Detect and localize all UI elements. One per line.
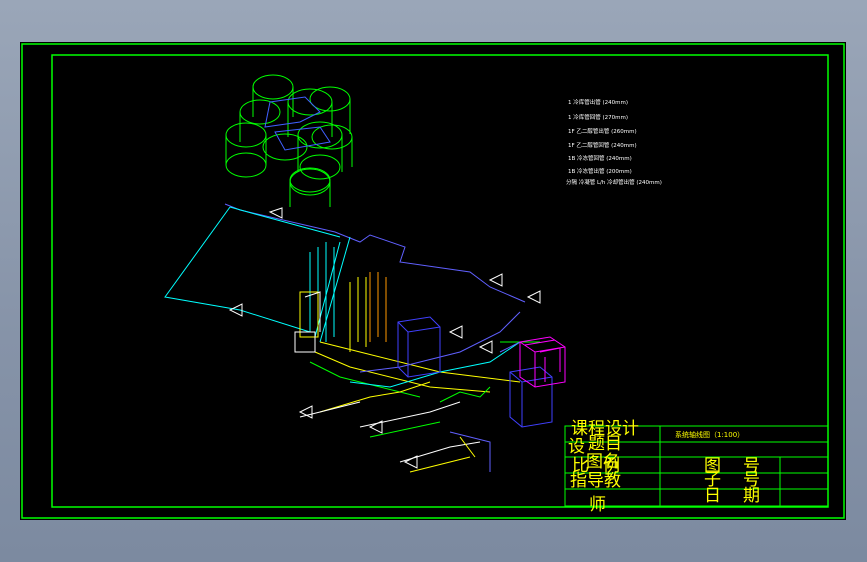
- cad-viewport[interactable]: 1 冷库管出管 (240mm) 1 冷库管回管 (270mm) 1F 乙二醇管出…: [20, 42, 846, 520]
- note-5: 1B 冷冻管回管 (240mm): [568, 154, 632, 162]
- cooling-towers: [225, 74, 353, 207]
- note-3: 1F 乙二醇管出管 (260mm): [568, 127, 637, 135]
- date-label: 日期: [704, 486, 782, 506]
- outer-frame: [21, 43, 845, 519]
- drawing-canvas: 1 冷库管出管 (240mm) 1 冷库管回管 (270mm) 1F 乙二醇管出…: [21, 43, 845, 519]
- flow-arrows: [228, 207, 541, 469]
- drawing-title: 系统轴线图（1:100）: [675, 430, 744, 439]
- risers: [294, 242, 387, 353]
- title-block-text: 系统轴线图（1:100） 课程设计 设 题目 图名 比例 指导教 师 图号 子号…: [568, 419, 782, 515]
- note-7: 分隔 冷凝管 L/h 冷却管出管 (240mm): [566, 178, 662, 186]
- title-label: 题目: [588, 434, 622, 454]
- teacher-label: 师: [589, 495, 606, 515]
- note-6: 1B 冷冻管出管 (200mm): [568, 167, 632, 175]
- design-label: 设: [568, 437, 585, 457]
- pipelines: [164, 203, 540, 473]
- equipment: [397, 316, 566, 428]
- note-2: 1 冷库管回管 (270mm): [568, 113, 628, 121]
- pipe-notes: 1 冷库管出管 (240mm) 1 冷库管回管 (270mm) 1F 乙二醇管出…: [566, 98, 662, 186]
- note-4: 1F 乙二醇管回管 (240mm): [568, 141, 637, 149]
- advisor-label: 指导教: [570, 471, 621, 491]
- inner-frame: [51, 54, 829, 508]
- note-1: 1 冷库管出管 (240mm): [568, 98, 628, 106]
